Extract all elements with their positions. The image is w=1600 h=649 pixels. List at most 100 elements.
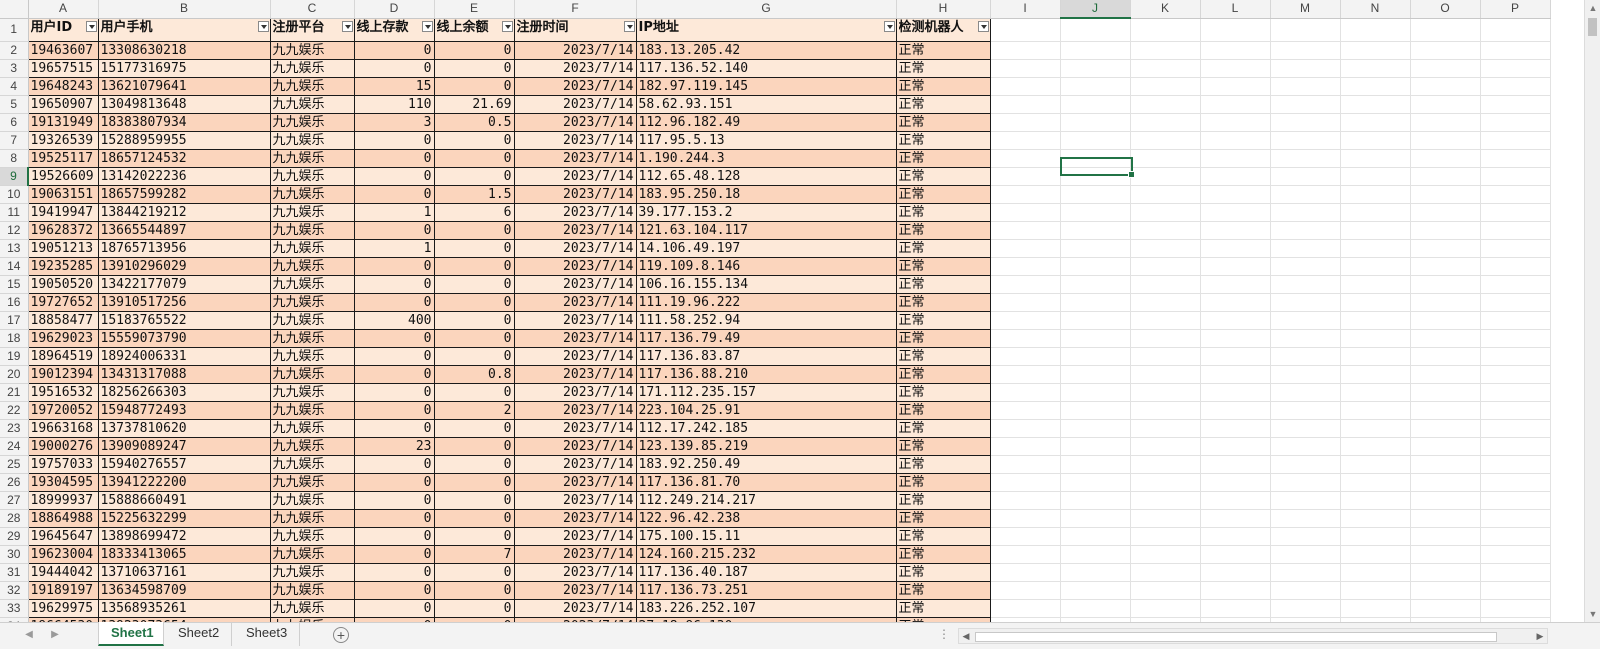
empty-cell[interactable] — [1270, 329, 1341, 348]
data-cell[interactable]: 2023/7/14 — [513, 148, 637, 168]
data-cell[interactable]: 九九娱乐 — [269, 382, 355, 402]
data-cell[interactable]: 1 — [353, 202, 435, 222]
empty-cell[interactable] — [1060, 599, 1131, 618]
column-header-f[interactable]: F — [514, 0, 637, 19]
empty-cell[interactable] — [1410, 18, 1481, 42]
data-cell[interactable]: 13898699472 — [97, 526, 271, 546]
empty-cell[interactable] — [1480, 365, 1551, 384]
data-cell[interactable]: 2023/7/14 — [513, 472, 637, 492]
empty-cell[interactable] — [990, 18, 1061, 42]
empty-cell[interactable] — [1130, 18, 1201, 42]
empty-cell[interactable] — [1410, 419, 1481, 438]
empty-cell[interactable] — [1060, 113, 1131, 132]
row-header[interactable]: 16 — [0, 293, 29, 312]
data-cell[interactable]: 九九娱乐 — [269, 490, 355, 510]
empty-cell[interactable] — [1410, 203, 1481, 222]
empty-cell[interactable] — [1340, 545, 1411, 564]
empty-cell[interactable] — [1060, 59, 1131, 78]
column-header-k[interactable]: K — [1130, 0, 1201, 19]
empty-cell[interactable] — [1410, 491, 1481, 510]
data-cell[interactable]: 13422177079 — [97, 274, 271, 294]
row-header[interactable]: 12 — [0, 221, 29, 240]
data-cell[interactable]: 117.136.52.140 — [635, 58, 897, 78]
empty-cell[interactable] — [1480, 383, 1551, 402]
data-cell[interactable]: 18256266303 — [97, 382, 271, 402]
empty-cell[interactable] — [990, 491, 1061, 510]
empty-cell[interactable] — [1270, 18, 1341, 42]
data-cell[interactable]: 0 — [433, 256, 515, 276]
empty-cell[interactable] — [1270, 491, 1341, 510]
data-cell[interactable]: 2 — [433, 400, 515, 420]
data-cell[interactable]: 0 — [433, 130, 515, 150]
empty-cell[interactable] — [1410, 563, 1481, 582]
data-cell[interactable]: 0.8 — [433, 364, 515, 384]
data-cell[interactable]: 13634598709 — [97, 580, 271, 600]
data-cell[interactable]: 正常 — [895, 58, 991, 78]
empty-cell[interactable] — [1200, 131, 1271, 150]
data-cell[interactable]: 正常 — [895, 382, 991, 402]
empty-cell[interactable] — [1270, 275, 1341, 294]
data-cell[interactable]: 九九娱乐 — [269, 508, 355, 528]
empty-cell[interactable] — [990, 275, 1061, 294]
data-cell[interactable]: 0 — [353, 472, 435, 492]
filter-dropdown-icon[interactable] — [977, 20, 989, 32]
data-cell[interactable]: 2023/7/14 — [513, 508, 637, 528]
data-cell[interactable]: 0 — [353, 274, 435, 294]
empty-cell[interactable] — [1340, 203, 1411, 222]
header-cell[interactable]: 线上余额 — [433, 17, 515, 42]
data-cell[interactable]: 2023/7/14 — [513, 76, 637, 96]
empty-cell[interactable] — [1270, 581, 1341, 600]
empty-cell[interactable] — [1270, 59, 1341, 78]
empty-cell[interactable] — [1130, 509, 1201, 528]
empty-cell[interactable] — [1480, 311, 1551, 330]
empty-cell[interactable] — [1270, 563, 1341, 582]
data-cell[interactable]: 13308630218 — [97, 40, 271, 60]
data-cell[interactable]: 0 — [353, 148, 435, 168]
row-header[interactable]: 3 — [0, 59, 29, 78]
row-header[interactable]: 2 — [0, 41, 29, 60]
column-header-b[interactable]: B — [98, 0, 271, 19]
data-cell[interactable]: 13941222200 — [97, 472, 271, 492]
empty-cell[interactable] — [1340, 491, 1411, 510]
empty-cell[interactable] — [1480, 563, 1551, 582]
empty-cell[interactable] — [1480, 18, 1551, 42]
data-cell[interactable]: 正常 — [895, 148, 991, 168]
data-cell[interactable]: 0 — [353, 580, 435, 600]
data-cell[interactable]: 13568935261 — [97, 598, 271, 618]
empty-cell[interactable] — [1200, 275, 1271, 294]
row-header[interactable]: 23 — [0, 419, 29, 438]
empty-cell[interactable] — [1200, 581, 1271, 600]
data-cell[interactable]: 正常 — [895, 220, 991, 240]
data-cell[interactable]: 2023/7/14 — [513, 202, 637, 222]
data-cell[interactable]: 19727652 — [27, 292, 99, 312]
data-cell[interactable]: 13710637161 — [97, 562, 271, 582]
empty-cell[interactable] — [1410, 599, 1481, 618]
empty-cell[interactable] — [1270, 185, 1341, 204]
prev-sheet-icon[interactable]: ◀ — [22, 628, 36, 642]
data-cell[interactable]: 13049813648 — [97, 94, 271, 114]
empty-cell[interactable] — [1410, 437, 1481, 456]
empty-cell[interactable] — [1200, 545, 1271, 564]
data-cell[interactable]: 正常 — [895, 112, 991, 132]
empty-cell[interactable] — [1060, 167, 1131, 186]
empty-cell[interactable] — [1060, 455, 1131, 474]
data-cell[interactable]: 正常 — [895, 418, 991, 438]
empty-cell[interactable] — [1340, 509, 1411, 528]
empty-cell[interactable] — [1410, 41, 1481, 60]
data-cell[interactable]: 正常 — [895, 310, 991, 330]
empty-cell[interactable] — [1270, 41, 1341, 60]
empty-cell[interactable] — [1340, 59, 1411, 78]
data-cell[interactable]: 2023/7/14 — [513, 238, 637, 258]
empty-cell[interactable] — [1200, 113, 1271, 132]
empty-cell[interactable] — [1200, 491, 1271, 510]
data-cell[interactable]: 九九娱乐 — [269, 130, 355, 150]
empty-cell[interactable] — [1270, 221, 1341, 240]
empty-cell[interactable] — [990, 113, 1061, 132]
empty-cell[interactable] — [990, 581, 1061, 600]
empty-cell[interactable] — [1130, 527, 1201, 546]
empty-cell[interactable] — [1410, 455, 1481, 474]
empty-cell[interactable] — [1480, 185, 1551, 204]
empty-cell[interactable] — [1340, 455, 1411, 474]
data-cell[interactable]: 123.139.85.219 — [635, 436, 897, 456]
data-cell[interactable]: 九九娱乐 — [269, 274, 355, 294]
